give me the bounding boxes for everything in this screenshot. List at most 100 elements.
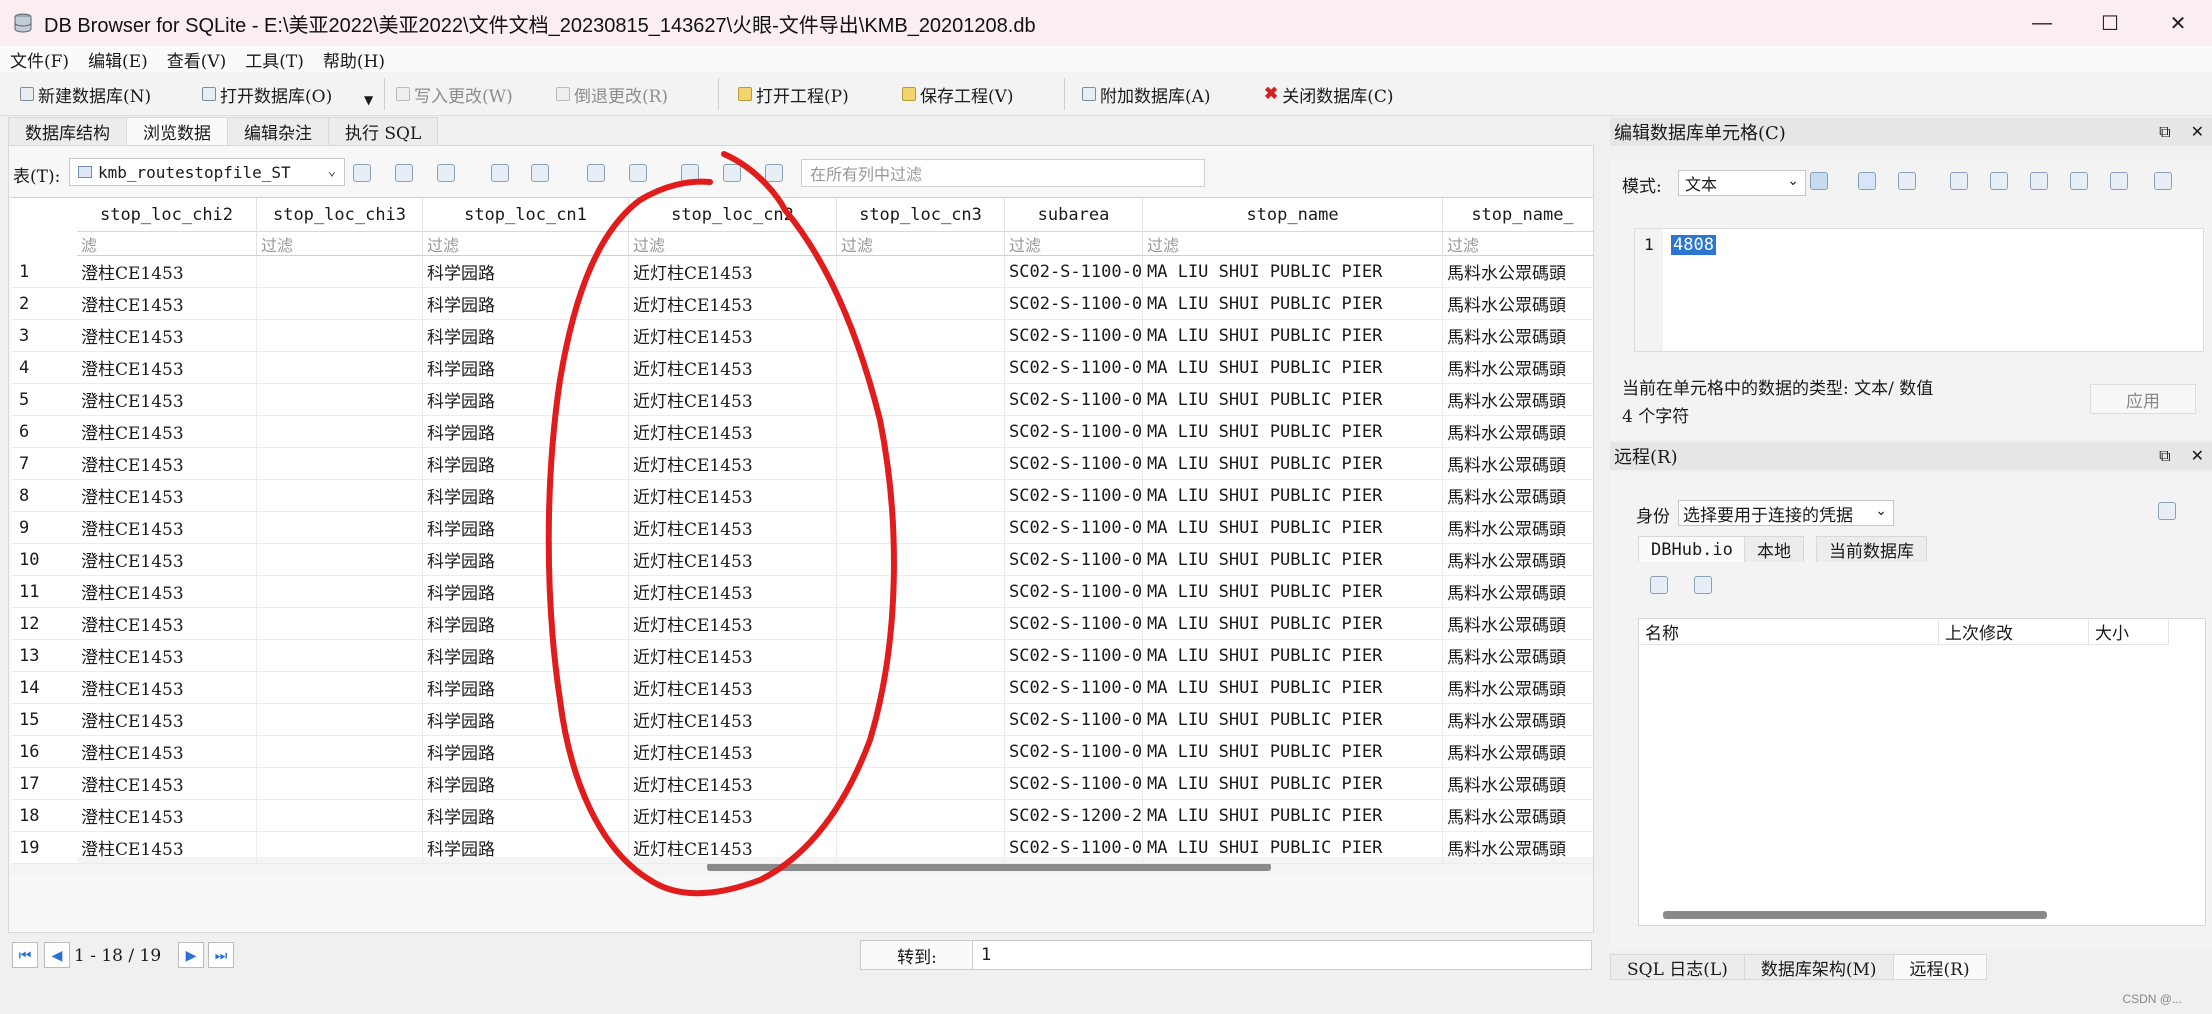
table-cell[interactable]: 科学园路	[423, 768, 629, 800]
table-cell[interactable]: SC02-S-1100-0	[1005, 384, 1143, 416]
table-cell[interactable]: 馬料水公眾碼頭	[1443, 672, 1593, 704]
table-cell[interactable]	[837, 320, 1005, 352]
table-cell[interactable]: MA LIU SHUI PUBLIC PIER	[1143, 512, 1443, 544]
table-cell[interactable]: MA LIU SHUI PUBLIC PIER	[1143, 800, 1443, 832]
table-cell[interactable]: 馬料水公眾碼頭	[1443, 384, 1593, 416]
table-cell[interactable]: SC02-S-1100-0	[1005, 448, 1143, 480]
table-cell[interactable]: 科学园路	[423, 384, 629, 416]
column-header[interactable]: stop_loc_cn3	[837, 198, 1005, 232]
indent-icon[interactable]	[1898, 172, 1916, 190]
clear-sorting-icon[interactable]	[437, 164, 455, 182]
row-number[interactable]: 2	[11, 288, 77, 320]
table-select[interactable]: kmb_routestopfile_ST ⌄	[69, 158, 345, 186]
table-cell[interactable]: 澄柱CE1453	[77, 352, 257, 384]
table-cell[interactable]: MA LIU SHUI PUBLIC PIER	[1143, 352, 1443, 384]
close-database-button[interactable]: ✖ 关闭数据库(C)	[1264, 80, 1394, 108]
row-number[interactable]: 14	[11, 672, 77, 704]
table-cell[interactable]	[257, 832, 423, 864]
table-cell[interactable]: 馬料水公眾碼頭	[1443, 640, 1593, 672]
table-cell[interactable]: SC02-S-1100-0	[1005, 672, 1143, 704]
table-cell[interactable]: 科学园路	[423, 512, 629, 544]
last-record-icon[interactable]: ⏭	[208, 942, 234, 968]
table-cell[interactable]: 澄柱CE1453	[77, 480, 257, 512]
table-cell[interactable]: 馬料水公眾碼頭	[1443, 320, 1593, 352]
table-cell[interactable]: 近灯柱CE1453	[629, 448, 837, 480]
column-header[interactable]: stop_loc_cn1	[423, 198, 629, 232]
remote-scrollbar-thumb[interactable]	[1663, 911, 2047, 919]
float-dock-icon[interactable]: ⧉	[2159, 122, 2170, 142]
menu-file[interactable]: 文件(F)	[10, 47, 69, 72]
table-cell[interactable]: 澄柱CE1453	[77, 576, 257, 608]
print-cell-icon[interactable]	[2154, 172, 2172, 190]
find-icon[interactable]	[681, 164, 699, 182]
table-cell[interactable]: MA LIU SHUI PUBLIC PIER	[1143, 544, 1443, 576]
table-cell[interactable]: 馬料水公眾碼頭	[1443, 832, 1593, 864]
row-number[interactable]: 4	[11, 352, 77, 384]
table-cell[interactable]: SC02-S-1100-0	[1005, 320, 1143, 352]
table-cell[interactable]: SC02-S-1100-0	[1005, 544, 1143, 576]
row-number[interactable]: 5	[11, 384, 77, 416]
row-number[interactable]: 1	[11, 256, 77, 288]
tab-local[interactable]: 本地	[1744, 536, 1804, 562]
table-cell[interactable]: 馬料水公眾碼頭	[1443, 448, 1593, 480]
table-cell[interactable]: 馬料水公眾碼頭	[1443, 768, 1593, 800]
table-cell[interactable]	[837, 480, 1005, 512]
column-header[interactable]: stop_loc_chi2	[77, 198, 257, 232]
table-cell[interactable]: 馬料水公眾碼頭	[1443, 704, 1593, 736]
column-filter-input[interactable]: 过滤	[423, 232, 629, 256]
table-cell[interactable]: SC02-S-1100-0	[1005, 832, 1143, 864]
table-cell[interactable]: 澄柱CE1453	[77, 704, 257, 736]
table-cell[interactable]: 澄柱CE1453	[77, 320, 257, 352]
print-icon[interactable]	[531, 164, 549, 182]
table-cell[interactable]: 澄柱CE1453	[77, 672, 257, 704]
refresh-remote-icon[interactable]	[1650, 576, 1668, 594]
word-wrap-icon[interactable]	[1858, 172, 1876, 190]
table-cell[interactable]	[257, 352, 423, 384]
table-cell[interactable]: SC02-S-1100-0	[1005, 640, 1143, 672]
table-cell[interactable]	[837, 544, 1005, 576]
menu-help[interactable]: 帮助(H)	[323, 47, 385, 72]
table-cell[interactable]	[257, 512, 423, 544]
close-dock-icon[interactable]: ✕	[2191, 122, 2204, 142]
identity-settings-icon[interactable]	[2158, 502, 2176, 520]
column-header[interactable]: stop_name_	[1443, 198, 1593, 232]
table-cell[interactable]: 近灯柱CE1453	[629, 576, 837, 608]
table-cell[interactable]: 近灯柱CE1453	[629, 672, 837, 704]
table-cell[interactable]: 澄柱CE1453	[77, 416, 257, 448]
row-number[interactable]: 6	[11, 416, 77, 448]
table-cell[interactable]: MA LIU SHUI PUBLIC PIER	[1143, 736, 1443, 768]
table-cell[interactable]: 澄柱CE1453	[77, 256, 257, 288]
column-header[interactable]: stop_name	[1143, 198, 1443, 232]
table-cell[interactable]: 科学园路	[423, 576, 629, 608]
clone-remote-icon[interactable]	[1694, 576, 1712, 594]
import-icon[interactable]	[1950, 172, 1968, 190]
cell-value[interactable]: 4808	[1671, 235, 1716, 255]
table-cell[interactable]: MA LIU SHUI PUBLIC PIER	[1143, 608, 1443, 640]
table-cell[interactable]: 科学园路	[423, 704, 629, 736]
row-number[interactable]: 13	[11, 640, 77, 672]
table-cell[interactable]: MA LIU SHUI PUBLIC PIER	[1143, 704, 1443, 736]
table-cell[interactable]	[257, 704, 423, 736]
global-filter-input[interactable]: 在所有列中过滤	[801, 159, 1205, 187]
table-cell[interactable]: 科学园路	[423, 672, 629, 704]
maximize-button[interactable]: ☐	[2076, 0, 2144, 46]
table-cell[interactable]	[837, 704, 1005, 736]
table-cell[interactable]	[837, 608, 1005, 640]
table-cell[interactable]	[257, 800, 423, 832]
table-cell[interactable]: 科学园路	[423, 736, 629, 768]
table-cell[interactable]: SC02-S-1100-0	[1005, 512, 1143, 544]
row-number[interactable]: 18	[11, 800, 77, 832]
column-filter-input[interactable]: 滤	[77, 232, 257, 256]
tab-sql-log[interactable]: SQL 日志(L)	[1610, 954, 1745, 980]
table-cell[interactable]	[837, 352, 1005, 384]
new-database-button[interactable]: 新建数据库(N)	[20, 80, 151, 108]
table-cell[interactable]: 馬料水公眾碼頭	[1443, 736, 1593, 768]
table-cell[interactable]: MA LIU SHUI PUBLIC PIER	[1143, 832, 1443, 864]
table-cell[interactable]: MA LIU SHUI PUBLIC PIER	[1143, 320, 1443, 352]
table-cell[interactable]: 近灯柱CE1453	[629, 320, 837, 352]
export-icon[interactable]	[1990, 172, 2008, 190]
table-cell[interactable]: 馬料水公眾碼頭	[1443, 576, 1593, 608]
goto-input[interactable]: 1	[972, 940, 1592, 970]
row-number[interactable]: 3	[11, 320, 77, 352]
table-cell[interactable]: SC02-S-1100-0	[1005, 768, 1143, 800]
